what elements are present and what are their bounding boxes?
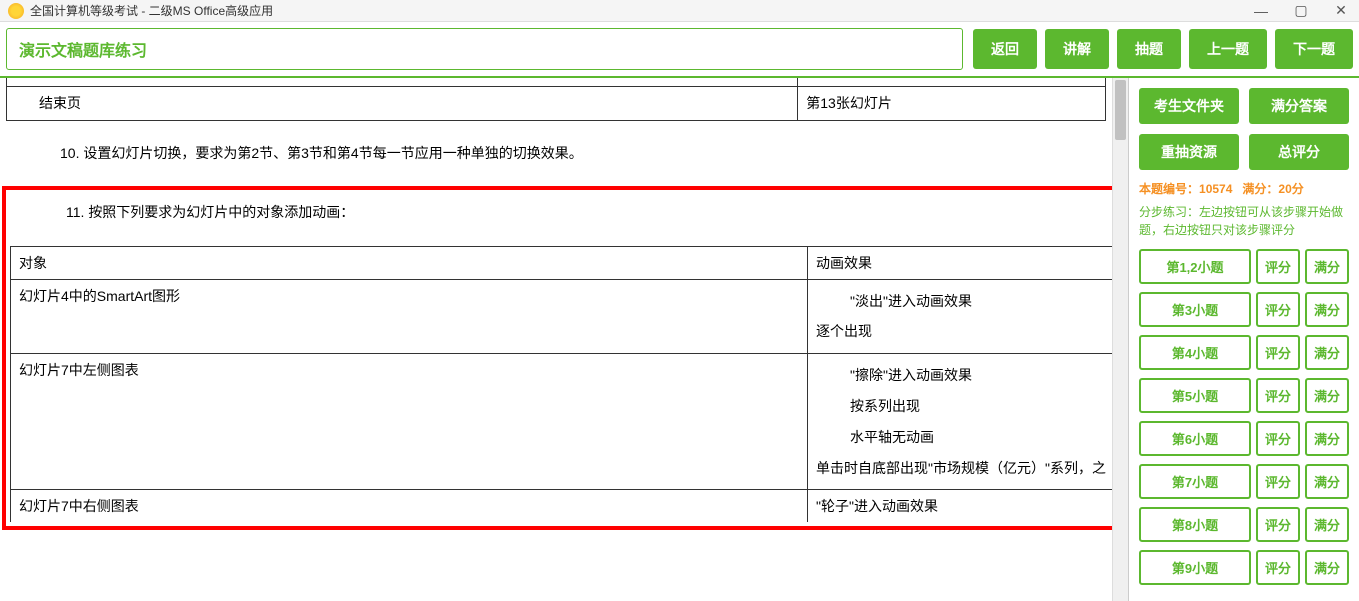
question-info: 本题编号：10574 满分：20分 bbox=[1139, 180, 1349, 197]
step-button-3[interactable]: 第4小题 bbox=[1139, 335, 1251, 370]
redraw-button[interactable]: 重抽资源 bbox=[1139, 134, 1239, 170]
step-full-button-7[interactable]: 满分 bbox=[1305, 507, 1349, 542]
table-row: 幻灯片4中的SmartArt图形 "淡出"进入动画效果 逐个出现 bbox=[11, 279, 1118, 354]
step-full-button-3[interactable]: 满分 bbox=[1305, 335, 1349, 370]
step-score-button-5[interactable]: 评分 bbox=[1256, 421, 1300, 456]
col-header-object: 对象 bbox=[11, 246, 808, 279]
col-header-effect: 动画效果 bbox=[808, 246, 1118, 279]
app-icon bbox=[8, 3, 24, 19]
step-full-button-2[interactable]: 满分 bbox=[1305, 292, 1349, 327]
question-11: 11. 按照下列要求为幻灯片中的对象添加动画： bbox=[10, 190, 1118, 245]
animation-table: 对象 动画效果 幻灯片4中的SmartArt图形 "淡出"进入动画效果 逐个出现… bbox=[10, 246, 1118, 523]
table-row: 幻灯片7中右侧图表 "轮子"进入动画效果 bbox=[11, 490, 1118, 523]
maximize-button[interactable]: ▢ bbox=[1291, 1, 1311, 21]
top-buttons: 返回 讲解 抽题 上一题 下一题 bbox=[973, 28, 1353, 70]
draw-button[interactable]: 抽题 bbox=[1117, 29, 1181, 69]
step-button-6[interactable]: 第7小题 bbox=[1139, 464, 1251, 499]
step-row-4: 第5小题评分满分 bbox=[1139, 378, 1349, 413]
table-row: 对象 动画效果 bbox=[11, 246, 1118, 279]
step-score-button-8[interactable]: 评分 bbox=[1256, 550, 1300, 585]
close-button[interactable]: ✕ bbox=[1331, 1, 1351, 21]
table-row: 幻灯片7中左侧图表 "擦除"进入动画效果 按系列出现 水平轴无动画 单击时自底部… bbox=[11, 354, 1118, 490]
title-bar: 全国计算机等级考试 - 二级MS Office高级应用 — ▢ ✕ bbox=[0, 0, 1359, 22]
total-score-button[interactable]: 总评分 bbox=[1249, 134, 1349, 170]
practice-info: 分步练习：左边按钮可从该步骤开始做题，右边按钮只对该步骤评分 bbox=[1139, 203, 1349, 239]
step-row-7: 第8小题评分满分 bbox=[1139, 507, 1349, 542]
step-score-button-2[interactable]: 评分 bbox=[1256, 292, 1300, 327]
step-full-button-1[interactable]: 满分 bbox=[1305, 249, 1349, 284]
cell-right-chart-effect: "轮子"进入动画效果 bbox=[808, 490, 1118, 523]
step-full-button-6[interactable]: 满分 bbox=[1305, 464, 1349, 499]
step-row-1: 第1,2小题评分满分 bbox=[1139, 249, 1349, 284]
cell-right-chart: 幻灯片7中右侧图表 bbox=[11, 490, 808, 523]
cell-left-chart: 幻灯片7中左侧图表 bbox=[11, 354, 808, 490]
step-row-6: 第7小题评分满分 bbox=[1139, 464, 1349, 499]
main-area: 结束页 第13张幻灯片 10. 设置幻灯片切换，要求为第2节、第3节和第4节每一… bbox=[0, 78, 1359, 601]
next-button[interactable]: 下一题 bbox=[1275, 29, 1353, 69]
cell-smartart: 幻灯片4中的SmartArt图形 bbox=[11, 279, 808, 354]
window-title: 全国计算机等级考试 - 二级MS Office高级应用 bbox=[30, 2, 1251, 19]
highlighted-question-11: 11. 按照下列要求为幻灯片中的对象添加动画： 对象 动画效果 幻灯片4中的Sm… bbox=[2, 186, 1126, 530]
step-full-button-4[interactable]: 满分 bbox=[1305, 378, 1349, 413]
step-row-8: 第9小题评分满分 bbox=[1139, 550, 1349, 585]
header-area: 演示文稿题库练习 返回 讲解 抽题 上一题 下一题 bbox=[0, 22, 1359, 78]
step-button-8[interactable]: 第9小题 bbox=[1139, 550, 1251, 585]
question-10: 10. 设置幻灯片切换，要求为第2节、第3节和第4节每一节应用一种单独的切换效果… bbox=[0, 121, 1128, 186]
step-full-button-5[interactable]: 满分 bbox=[1305, 421, 1349, 456]
step-button-1[interactable]: 第1,2小题 bbox=[1139, 249, 1251, 284]
content-inner: 结束页 第13张幻灯片 10. 设置幻灯片切换，要求为第2节、第3节和第4节每一… bbox=[0, 78, 1128, 601]
step-row-2: 第3小题评分满分 bbox=[1139, 292, 1349, 327]
cell-slide13: 第13张幻灯片 bbox=[798, 87, 1106, 121]
step-score-button-3[interactable]: 评分 bbox=[1256, 335, 1300, 370]
header-label-box: 演示文稿题库练习 bbox=[6, 28, 963, 70]
header-label: 演示文稿题库练习 bbox=[19, 37, 950, 61]
cell-left-chart-effect: "擦除"进入动画效果 按系列出现 水平轴无动画 单击时自底部出现"市场规模（亿元… bbox=[808, 354, 1118, 490]
back-button[interactable]: 返回 bbox=[973, 29, 1037, 69]
step-score-button-7[interactable]: 评分 bbox=[1256, 507, 1300, 542]
minimize-button[interactable]: — bbox=[1251, 1, 1271, 21]
top-partial-table: 结束页 第13张幻灯片 bbox=[6, 78, 1106, 121]
step-score-button-4[interactable]: 评分 bbox=[1256, 378, 1300, 413]
step-row-3: 第4小题评分满分 bbox=[1139, 335, 1349, 370]
step-button-7[interactable]: 第8小题 bbox=[1139, 507, 1251, 542]
scroll-thumb[interactable] bbox=[1115, 80, 1126, 140]
side-panel: 考生文件夹 满分答案 重抽资源 总评分 本题编号：10574 满分：20分 分步… bbox=[1129, 78, 1359, 601]
full-answer-button[interactable]: 满分答案 bbox=[1249, 88, 1349, 124]
cell-smartart-effect: "淡出"进入动画效果 逐个出现 bbox=[808, 279, 1118, 354]
step-button-2[interactable]: 第3小题 bbox=[1139, 292, 1251, 327]
steps-container: 第1,2小题评分满分第3小题评分满分第4小题评分满分第5小题评分满分第6小题评分… bbox=[1139, 249, 1349, 585]
window-controls: — ▢ ✕ bbox=[1251, 1, 1351, 21]
step-button-4[interactable]: 第5小题 bbox=[1139, 378, 1251, 413]
step-full-button-8[interactable]: 满分 bbox=[1305, 550, 1349, 585]
step-score-button-6[interactable]: 评分 bbox=[1256, 464, 1300, 499]
step-score-button-1[interactable]: 评分 bbox=[1256, 249, 1300, 284]
candidate-folder-button[interactable]: 考生文件夹 bbox=[1139, 88, 1239, 124]
prev-button[interactable]: 上一题 bbox=[1189, 29, 1267, 69]
explain-button[interactable]: 讲解 bbox=[1045, 29, 1109, 69]
table-row: 结束页 第13张幻灯片 bbox=[7, 87, 1106, 121]
vertical-scrollbar[interactable] bbox=[1112, 78, 1128, 601]
cell-end-page: 结束页 bbox=[7, 87, 798, 121]
content-pane: 结束页 第13张幻灯片 10. 设置幻灯片切换，要求为第2节、第3节和第4节每一… bbox=[0, 78, 1129, 601]
step-button-5[interactable]: 第6小题 bbox=[1139, 421, 1251, 456]
step-row-5: 第6小题评分满分 bbox=[1139, 421, 1349, 456]
